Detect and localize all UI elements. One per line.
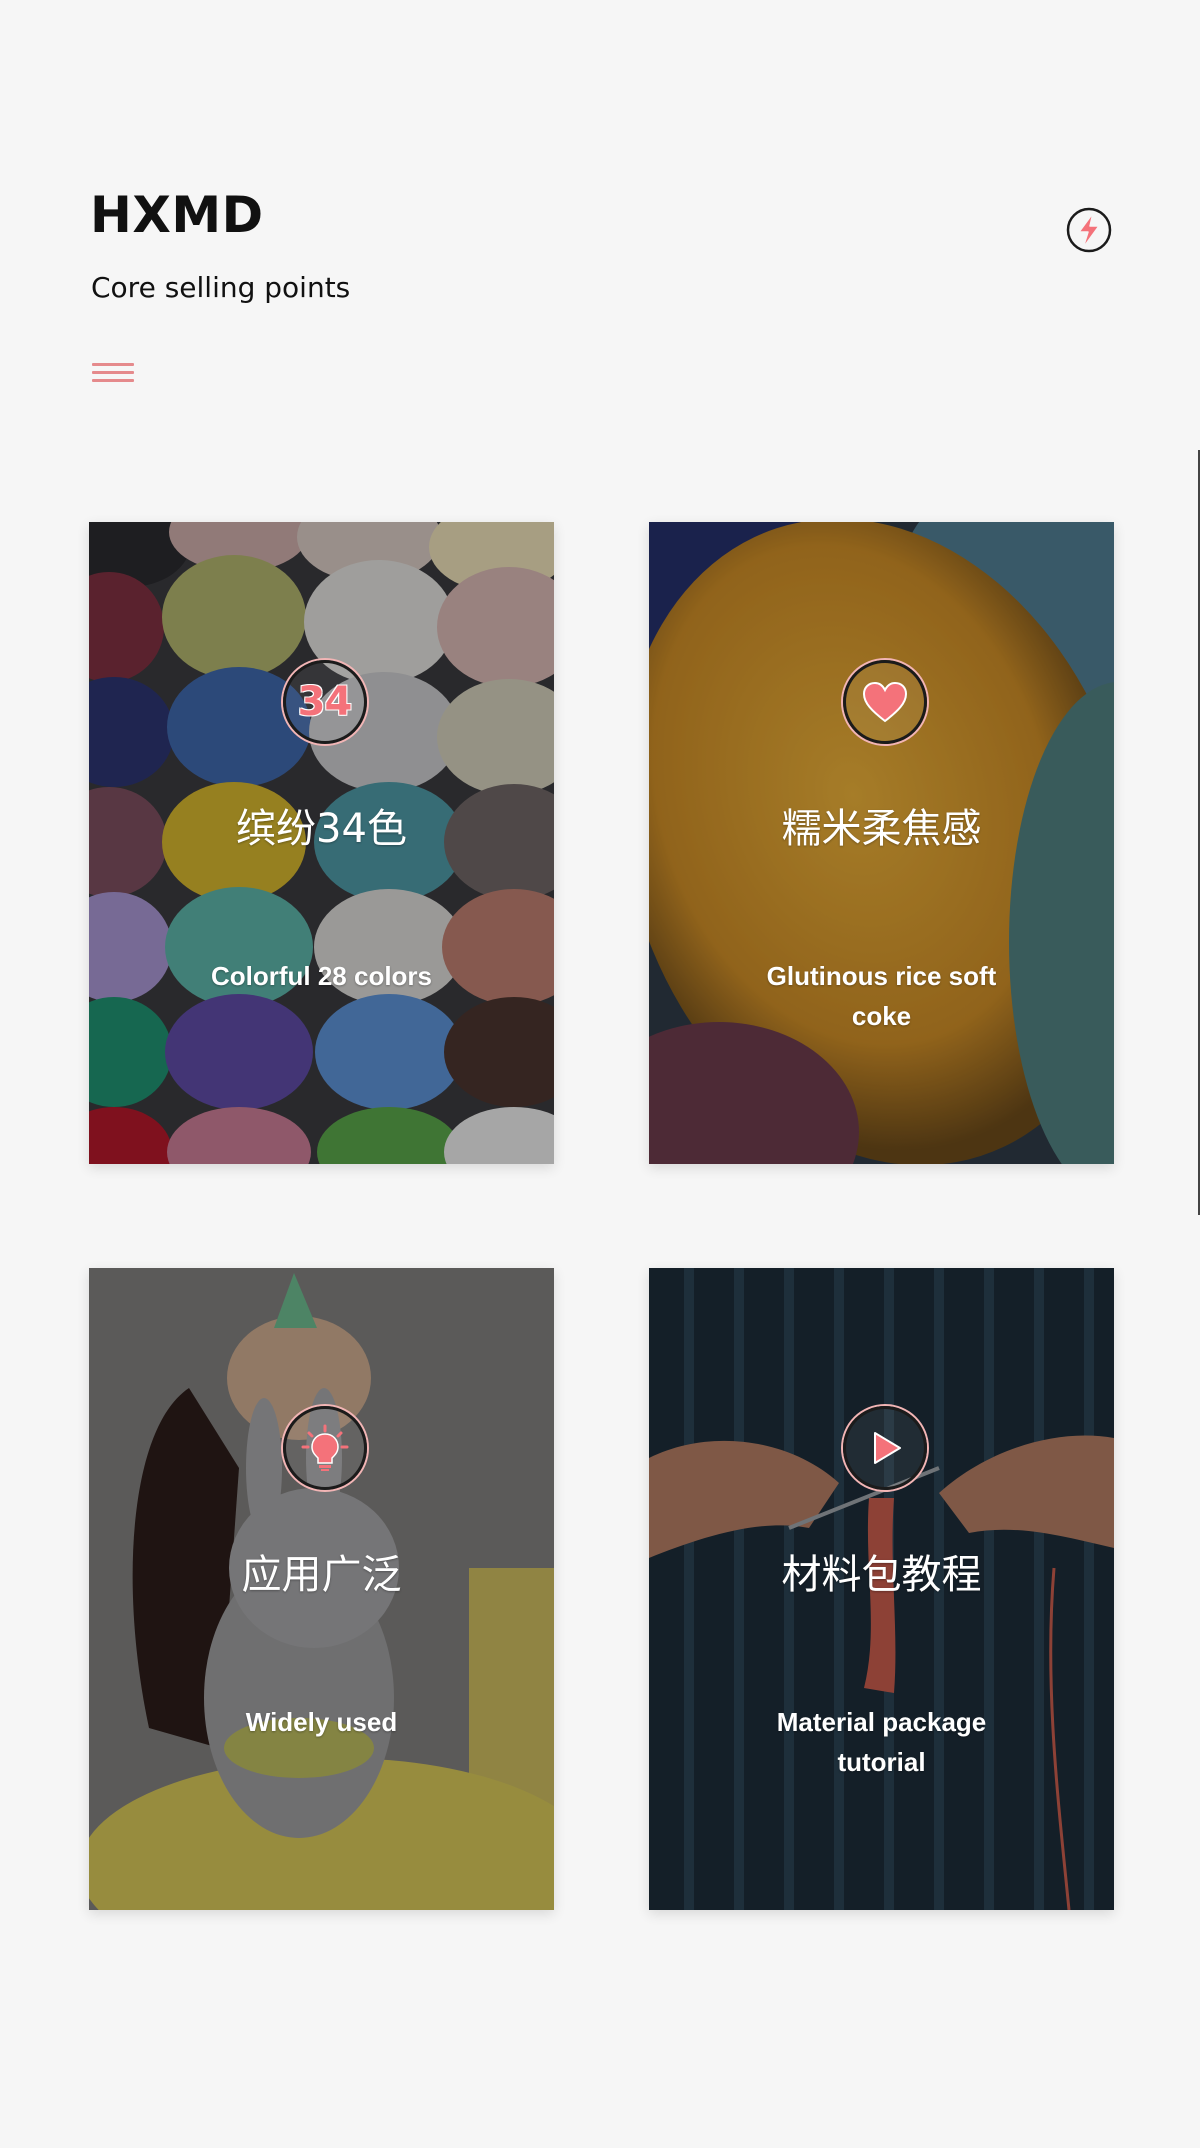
number-badge-icon: 34 [282,660,367,744]
card-description: Widely used [245,1707,398,1737]
hamburger-menu-icon[interactable] [92,363,134,383]
card-description: Colorful 28 colors [210,961,433,991]
feature-card-colors[interactable]: 34 缤纷34色 Colorful 28 colors [89,522,554,1164]
badge-number: 34 [297,679,353,725]
card-title: 应用广泛 [241,1552,402,1598]
menu-line [92,363,134,366]
menu-line [92,379,134,382]
play-icon[interactable] [842,1406,927,1490]
feature-card-tutorial[interactable]: 材料包教程 Material package tutorial [649,1268,1114,1910]
brand-title: HXMD [90,186,264,244]
card-title: 缤纷34色 [236,806,407,852]
card-description: Glutinous rice soft coke [766,961,997,1031]
lightning-bolt-icon[interactable] [1066,207,1112,253]
lightbulb-icon [282,1406,367,1490]
card-description: Material package tutorial [776,1707,987,1777]
feature-card-texture[interactable]: 糯米柔焦感 Glutinous rice soft coke [649,522,1114,1164]
menu-line [92,371,134,374]
page-subtitle: Core selling points [91,271,351,304]
card-title: 材料包教程 [781,1552,982,1598]
heart-icon [842,660,927,744]
card-title: 糯米柔焦感 [781,806,982,852]
feature-card-usage[interactable]: 应用广泛 Widely used [89,1268,554,1910]
